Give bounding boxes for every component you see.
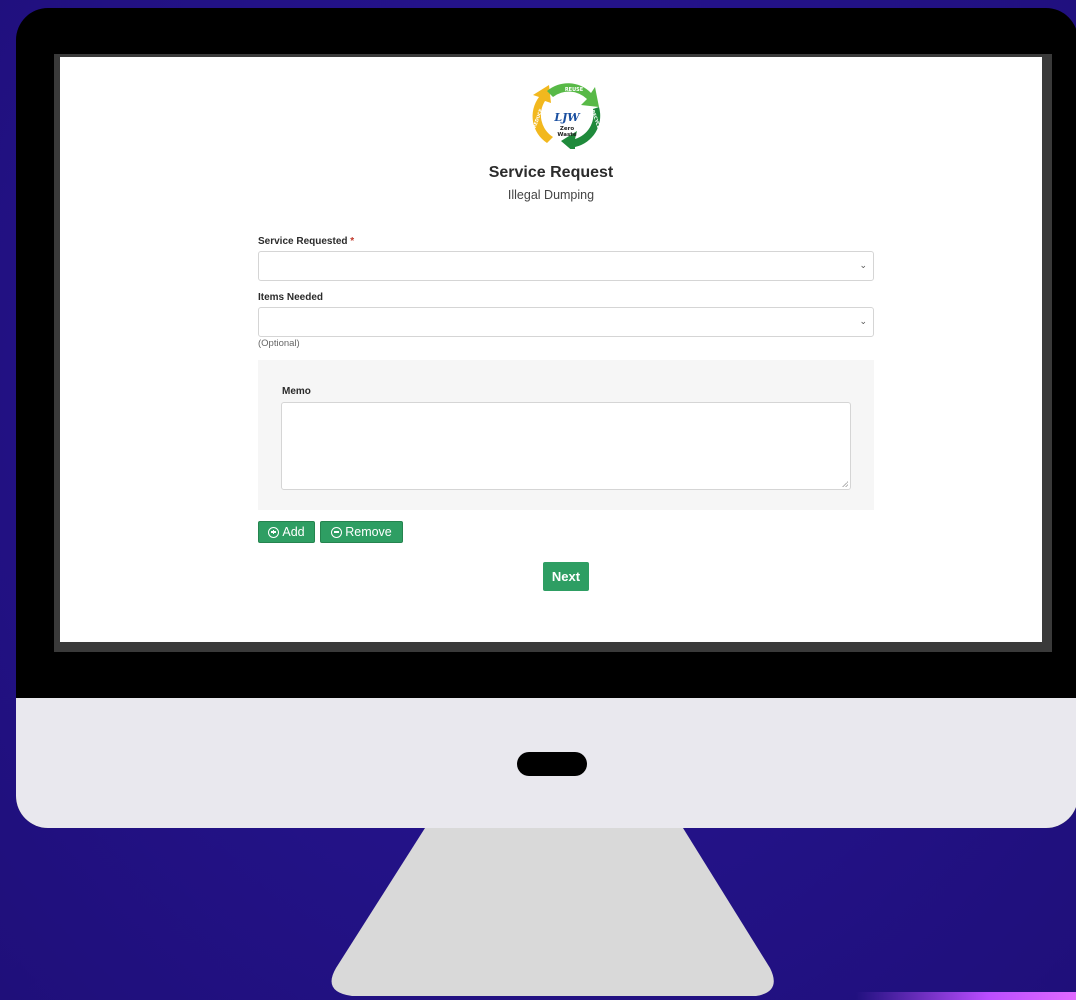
monitor-stand	[331, 828, 774, 996]
memo-label: Memo	[282, 386, 311, 397]
service-requested-select[interactable]: ⌄	[258, 251, 874, 281]
svg-text:REUSE: REUSE	[565, 87, 584, 93]
resize-handle-icon[interactable]	[842, 481, 848, 487]
remove-button-label: Remove	[345, 525, 392, 539]
add-button[interactable]: Add	[258, 521, 315, 543]
chevron-down-icon: ⌄	[859, 316, 867, 326]
remove-button[interactable]: Remove	[320, 521, 403, 543]
plus-circle-icon	[268, 526, 280, 538]
monitor-logo-slot	[517, 752, 587, 776]
chevron-down-icon: ⌄	[859, 260, 867, 270]
service-requested-label: Service Requested *	[258, 236, 354, 247]
svg-text:Waste: Waste	[557, 132, 576, 138]
minus-circle-icon	[331, 526, 343, 538]
items-needed-select[interactable]: ⌄	[258, 307, 874, 337]
service-request-page: REUSE REDUCE RECYCLE LJW Zero Waste Serv…	[60, 57, 1042, 642]
page-title: Service Request	[488, 164, 614, 181]
next-button[interactable]: Next	[543, 562, 589, 591]
memo-panel: Memo	[258, 360, 874, 510]
required-mark: *	[350, 236, 355, 247]
items-needed-label: Items Needed	[258, 292, 324, 303]
memo-textarea[interactable]	[281, 402, 851, 490]
svg-text:LJW: LJW	[553, 111, 581, 124]
service-requested-label-text: Service Requested	[258, 236, 348, 247]
add-button-label: Add	[282, 525, 305, 539]
items-needed-help: (Optional)	[258, 338, 300, 349]
page-subtitle: Illegal Dumping	[507, 188, 595, 202]
ljw-zero-waste-logo: REUSE REDUCE RECYCLE LJW Zero Waste	[532, 83, 603, 149]
